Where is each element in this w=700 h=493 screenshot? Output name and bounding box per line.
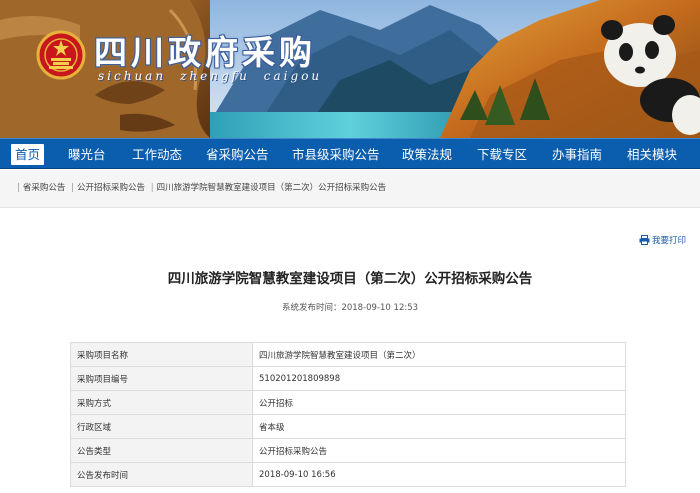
breadcrumb-item-current: 四川旅游学院智慧教室建设项目（第二次）公开招标采购公告 (156, 183, 387, 193)
table-key: 采购项目编号 (70, 366, 253, 391)
table-value: 2018-09-10 16:56 (252, 462, 626, 487)
table-row: 采购项目编号 510201201809898 (70, 366, 626, 391)
site-title: 四川政府采购 (94, 33, 316, 72)
nav-item-related-modules[interactable]: 相关模块 (627, 144, 677, 165)
print-label: 我要打印 (651, 236, 686, 246)
nav-item-policies[interactable]: 政策法规 (402, 144, 452, 165)
table-row: 采购项目名称 四川旅游学院智慧教室建设项目（第二次） (70, 342, 626, 367)
printer-icon (639, 235, 650, 245)
breadcrumb: | 省采购公告 | 公开招标采购公告 | 四川旅游学院智慧教室建设项目（第二次）公开招… (17, 183, 387, 193)
table-value: 省本级 (252, 414, 626, 439)
breadcrumb-bar: | 省采购公告 | 公开招标采购公告 | 四川旅游学院智慧教室建设项目（第二次）公开招… (0, 170, 700, 208)
nav-item-downloads[interactable]: 下载专区 (477, 144, 527, 165)
nav-item-provincial-announcements[interactable]: 省采购公告 (206, 144, 269, 165)
breadcrumb-item[interactable]: 公开招标采购公告 (77, 183, 145, 193)
table-row: 采购方式 公开招标 (70, 390, 626, 415)
table-value: 公开招标采购公告 (252, 438, 626, 463)
site-subtitle: sichuan zhengfu caigou (98, 69, 336, 83)
breadcrumb-item[interactable]: 省采购公告 (23, 183, 66, 193)
table-row: 公告类型 公开招标采购公告 (70, 438, 626, 463)
publish-time: 系统发布时间：2018-09-10 12:53 (281, 303, 419, 313)
print-button[interactable]: 我要打印 (639, 234, 686, 246)
table-value: 四川旅游学院智慧教室建设项目（第二次） (252, 342, 626, 367)
table-key: 采购方式 (70, 390, 253, 415)
table-value: 公开招标 (252, 390, 626, 415)
nav-item-guide[interactable]: 办事指南 (552, 144, 602, 165)
nav-item-city-county-announcements[interactable]: 市县级采购公告 (292, 144, 380, 165)
main-nav: 首页 曝光台 工作动态 省采购公告 市县级采购公告 政策法规 下载专区 办事指南… (0, 138, 700, 169)
project-info-table: 采购项目名称 四川旅游学院智慧教室建设项目（第二次） 采购项目编号 510201… (70, 342, 626, 487)
article-title: 四川旅游学院智慧教室建设项目（第二次）公开招标采购公告 (167, 271, 533, 287)
nav-item-work-news[interactable]: 工作动态 (132, 144, 182, 165)
nav-item-home[interactable]: 首页 (11, 144, 45, 165)
table-key: 公告发布时间 (70, 462, 253, 487)
site-banner: 四川政府采购 sichuan zhengfu caigou (0, 0, 700, 138)
nav-item-exposure[interactable]: 曝光台 (68, 144, 106, 165)
table-value: 510201201809898 (252, 366, 626, 391)
site-subtitle-word: caigou (263, 69, 323, 83)
table-key: 公告类型 (70, 438, 253, 463)
national-emblem-icon (36, 30, 86, 80)
site-subtitle-word: zhengfu (180, 69, 250, 83)
table-row: 行政区域 省本级 (70, 414, 626, 439)
article-content: 我要打印 四川旅游学院智慧教室建设项目（第二次）公开招标采购公告 系统发布时间：… (0, 209, 700, 493)
table-key: 行政区域 (70, 414, 253, 439)
table-row: 公告发布时间 2018-09-10 16:56 (70, 462, 626, 487)
table-key: 采购项目名称 (70, 342, 253, 367)
site-subtitle-word: sichuan (98, 69, 167, 83)
